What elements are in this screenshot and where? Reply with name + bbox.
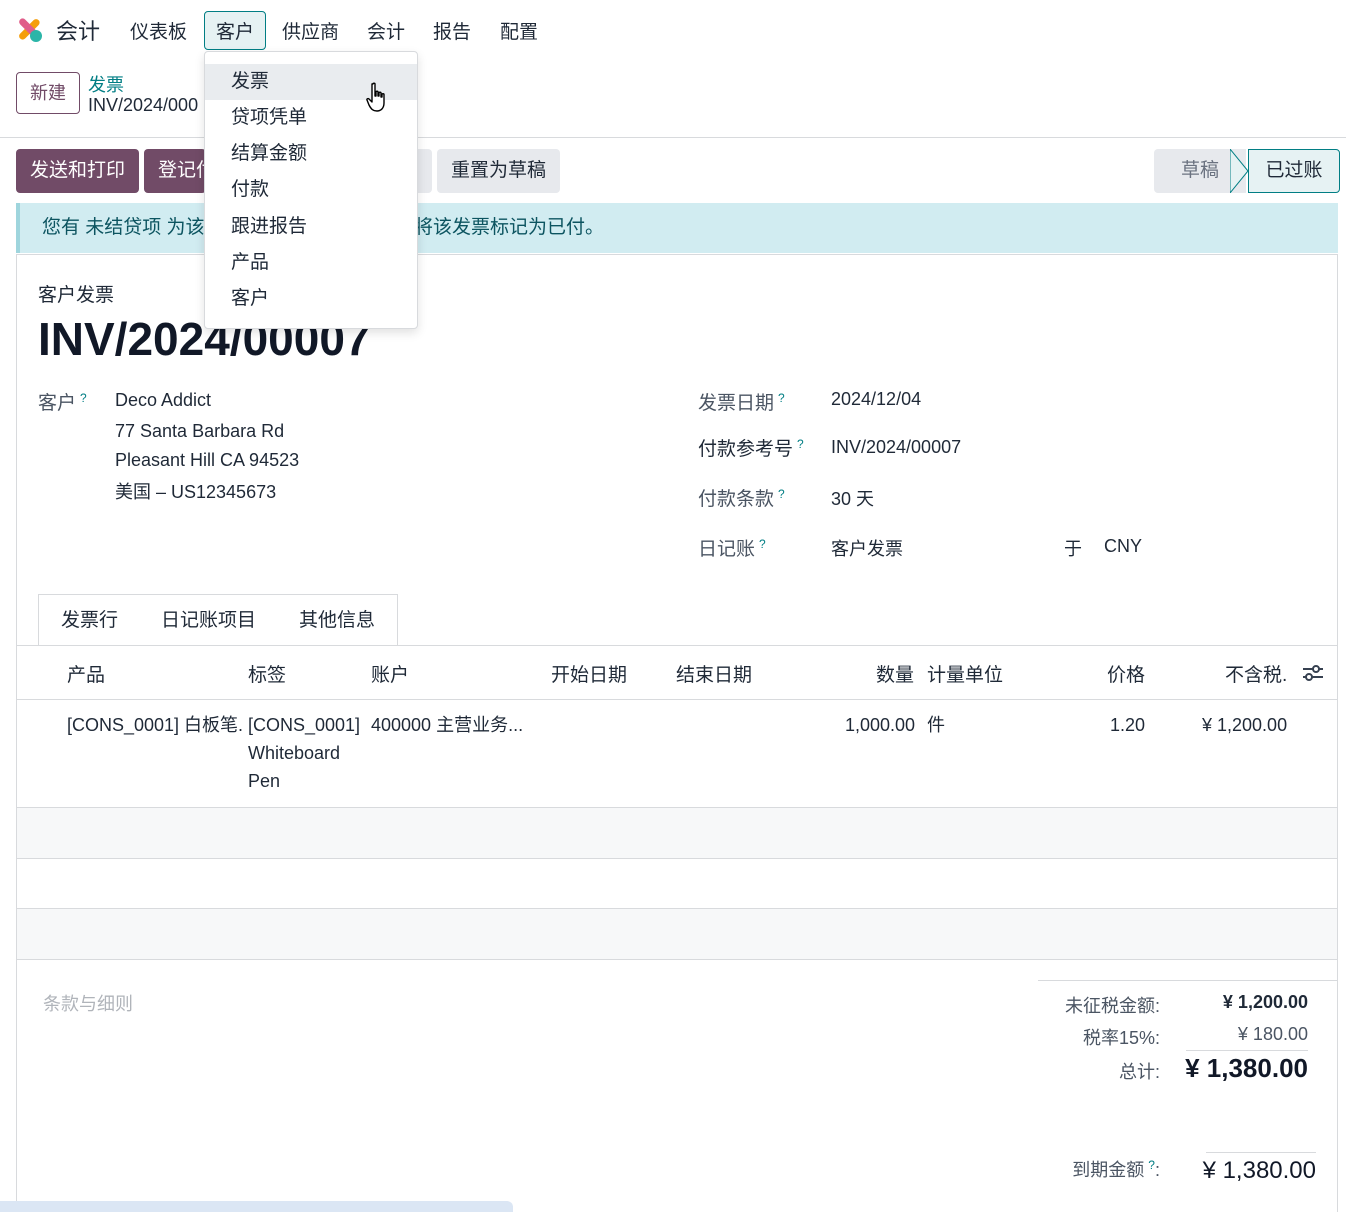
status-arrow-icon — [1230, 149, 1249, 193]
col-uom[interactable]: 计量单位 — [927, 660, 1003, 687]
nav-customers[interactable]: 客户 — [204, 11, 267, 50]
customer-address-line2: Pleasant Hill CA 94523 — [115, 450, 300, 470]
currency-field[interactable]: CNY — [1104, 536, 1142, 557]
tab-invoice-lines[interactable]: 发票行 — [38, 594, 142, 646]
col-start-date[interactable]: 开始日期 — [551, 660, 627, 687]
customer-link[interactable]: Deco Addict — [115, 390, 211, 411]
tab-other-info[interactable]: 其他信息 — [277, 594, 399, 646]
total-value: ¥ 1,380.00 — [1185, 1053, 1308, 1083]
row-label-line2[interactable]: Whiteboard — [248, 739, 340, 767]
row-subtotal: ¥ 1,200.00 — [1202, 715, 1288, 735]
payment-reference-field[interactable]: INV/2024/00007 — [831, 437, 961, 458]
app-name[interactable]: 会计 — [56, 14, 100, 46]
tab-journal-items[interactable]: 日记账项目 — [139, 594, 280, 646]
help-icon: ? — [778, 486, 785, 501]
amount-due-label: 到期金额?: — [1072, 1158, 1160, 1180]
empty-row[interactable] — [17, 808, 1337, 858]
header-divider — [0, 137, 1346, 138]
breadcrumb-invoices-link[interactable]: 发票 — [88, 71, 124, 97]
help-icon: ? — [759, 536, 766, 551]
col-label[interactable]: 标签 — [248, 660, 286, 687]
col-subtotal[interactable]: 不含税. — [1225, 660, 1287, 687]
row-product[interactable]: [CONS_0001] 白板笔. — [67, 711, 243, 739]
customer-address-line1: 77 Santa Barbara Rd — [115, 421, 285, 441]
invoice-date-field[interactable]: 2024/12/04 — [831, 389, 921, 410]
col-account[interactable]: 账户 — [371, 660, 409, 687]
customer-label: 客户? — [38, 390, 87, 414]
terms-conditions-input[interactable]: 条款与细则 — [43, 990, 133, 1016]
nav-vendors[interactable]: 供应商 — [282, 17, 339, 44]
help-icon: ? — [797, 436, 804, 451]
untaxed-amount-label: 未征税金额: — [1064, 996, 1160, 1016]
col-end-date[interactable]: 结束日期 — [676, 660, 752, 687]
journal-field[interactable]: 客户发票 — [831, 535, 903, 561]
empty-row[interactable] — [17, 859, 1337, 909]
invoice-date-label: 发票日期? — [698, 390, 785, 414]
status-posted[interactable]: 已过账 — [1248, 149, 1340, 193]
payment-reference-label: 付款参考号? — [698, 436, 804, 460]
nav-configuration[interactable]: 配置 — [500, 17, 538, 44]
currency-in-label: 于 — [1064, 539, 1082, 559]
horizontal-scrollbar[interactable] — [0, 1201, 513, 1212]
help-icon: ? — [80, 390, 87, 405]
totals-divider — [1186, 1050, 1308, 1051]
nav-reporting[interactable]: 报告 — [433, 17, 471, 44]
new-button[interactable]: 新建 — [16, 72, 80, 114]
help-icon: ? — [1148, 1158, 1155, 1172]
row-label-line3[interactable]: Pen — [248, 767, 280, 795]
row-price[interactable]: 1.20 — [1110, 711, 1145, 739]
total-label: 总计: — [1118, 1062, 1160, 1082]
status-bar: 草稿 已过账 — [1154, 149, 1340, 193]
register-payment-button[interactable]: 登记付 — [144, 149, 206, 193]
row-uom[interactable]: 件 — [927, 711, 945, 739]
journal-label: 日记账? — [698, 536, 766, 560]
top-navbar: 会计 仪表板 客户 供应商 会计 报告 配置 — [0, 0, 1346, 58]
col-product[interactable]: 产品 — [67, 660, 105, 687]
payment-terms-field[interactable]: 30 天 — [831, 485, 874, 511]
table-row[interactable]: [CONS_0001] 白板笔. [CONS_0001] Whiteboard … — [17, 700, 1337, 807]
nav-accounting[interactable]: 会计 — [367, 17, 405, 44]
empty-row[interactable] — [17, 909, 1337, 959]
alert-text-left[interactable]: 您有 未结贷项 为该 — [42, 217, 205, 238]
reset-to-draft-button[interactable]: 重置为草稿 — [437, 149, 561, 193]
optional-columns-icon[interactable] — [1302, 663, 1324, 683]
menu-item-follow-up-reports[interactable]: 跟进报告 — [205, 209, 417, 245]
due-divider — [1206, 1152, 1316, 1153]
row-quantity[interactable]: 1,000.00 — [845, 711, 915, 739]
menu-item-customers[interactable]: 客户 — [205, 281, 417, 317]
menu-item-settlement[interactable]: 结算金额 — [205, 136, 417, 172]
menu-item-payments[interactable]: 付款 — [205, 172, 417, 208]
tax-value: ¥ 180.00 — [1237, 1024, 1308, 1044]
totals-top-divider — [1038, 980, 1338, 981]
menu-item-products[interactable]: 产品 — [205, 245, 417, 281]
alert-text-right: 将该发票标记为已付。 — [414, 217, 605, 238]
row-divider — [17, 959, 1337, 960]
send-print-button[interactable]: 发送和打印 — [16, 149, 140, 193]
document-type: 客户发票 — [38, 285, 115, 306]
breadcrumb-current: INV/2024/000 — [88, 95, 199, 115]
help-icon: ? — [778, 390, 785, 405]
col-price[interactable]: 价格 — [1107, 660, 1145, 687]
hand-cursor-icon — [366, 82, 385, 112]
amount-due-value: ¥ 1,380.00 — [1202, 1157, 1316, 1184]
tax-label: 税率15%: — [1082, 1028, 1160, 1048]
row-label-line1[interactable]: [CONS_0001] — [248, 711, 360, 739]
payment-terms-label: 付款条款? — [698, 486, 785, 510]
row-account[interactable]: 400000 主营业务... — [371, 711, 523, 739]
tabs-divider — [17, 645, 1337, 646]
accounting-app-icon[interactable] — [14, 14, 44, 44]
untaxed-amount-value: ¥ 1,200.00 — [1222, 992, 1308, 1012]
customer-address-line3: 美国 – US12345673 — [115, 482, 277, 502]
nav-dashboard[interactable]: 仪表板 — [130, 17, 187, 44]
col-quantity[interactable]: 数量 — [876, 660, 914, 687]
